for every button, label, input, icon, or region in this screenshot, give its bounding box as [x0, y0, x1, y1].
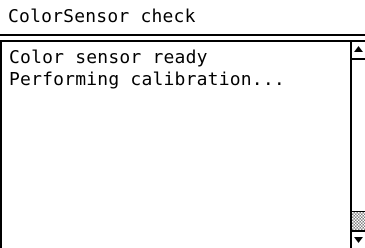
status-message-line: Color sensor ready: [9, 47, 208, 68]
title-divider: [0, 34, 365, 36]
triangle-up-icon: [354, 46, 363, 52]
scroll-up-button[interactable]: [352, 42, 365, 60]
vertical-scrollbar[interactable]: [350, 40, 365, 248]
title-bar: ColorSensor check: [0, 0, 365, 34]
scroll-down-button[interactable]: [352, 230, 365, 248]
window-title: ColorSensor check: [8, 6, 196, 27]
status-message-line: Performing calibration...: [9, 69, 285, 90]
message-panel: Color sensor ready Performing calibratio…: [0, 40, 350, 248]
scroll-thumb[interactable]: [352, 211, 365, 230]
triangle-down-icon: [354, 237, 363, 243]
